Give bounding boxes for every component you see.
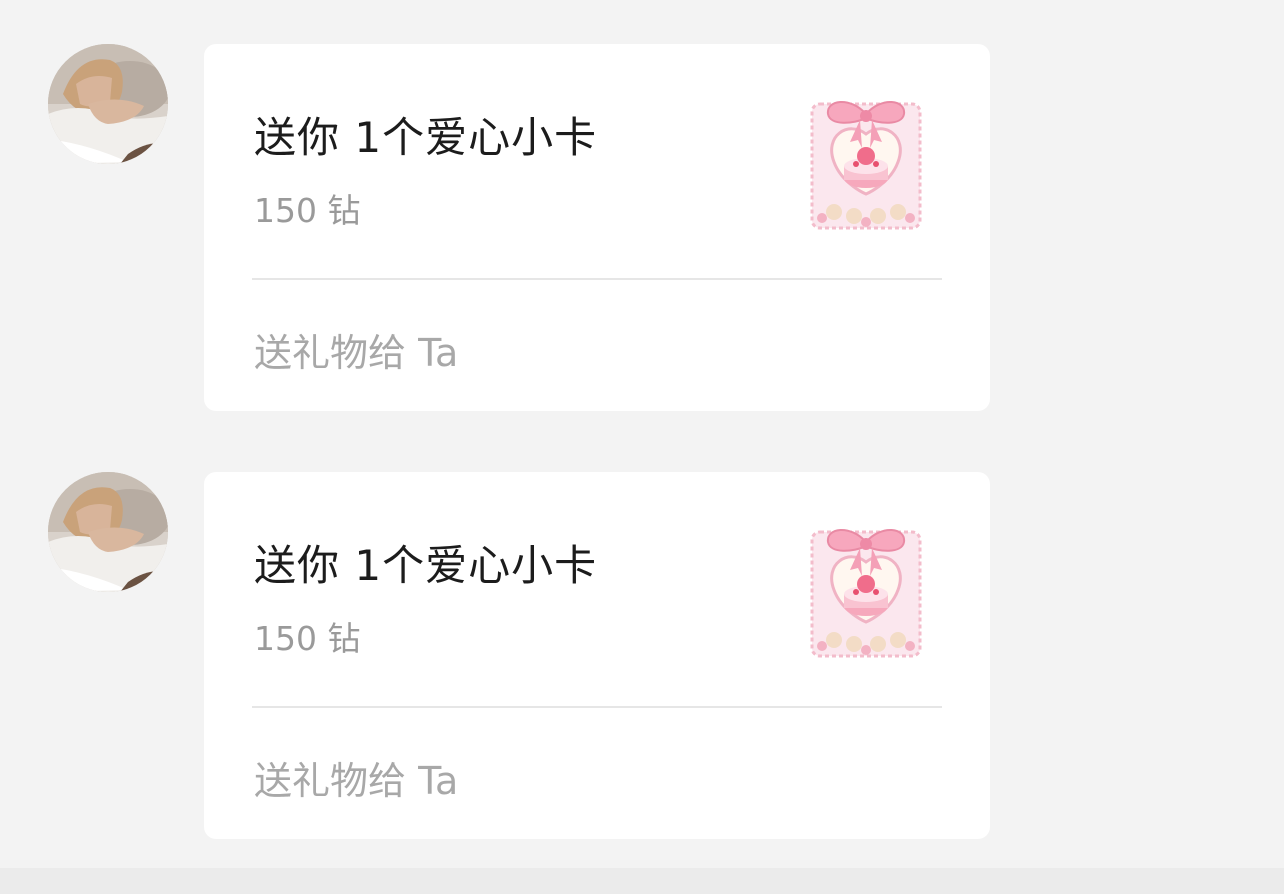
bottom-bar: [0, 868, 1284, 894]
gift-price: 150 钻: [254, 191, 361, 230]
gift-card[interactable]: 送你 1个爱心小卡 150 钻 送礼物给 Ta: [204, 44, 990, 411]
gift-card[interactable]: 送你 1个爱心小卡 150 钻 送礼物给 Ta: [204, 472, 990, 839]
send-gift-button[interactable]: 送礼物给 Ta: [254, 750, 458, 805]
send-gift-button[interactable]: 送礼物给 Ta: [254, 322, 458, 377]
gift-message: 送你 1个爱心小卡 150 钻 送礼物给 Ta: [0, 472, 1284, 840]
avatar-photo-icon: [48, 44, 168, 164]
bow-cake-gift-card-icon: [804, 90, 928, 236]
divider: [252, 278, 942, 280]
gift-title: 送你 1个爱心小卡: [254, 541, 598, 590]
gift-message: 送你 1个爱心小卡 150 钻 送礼物给 Ta: [0, 44, 1284, 412]
avatar-photo-icon: [48, 472, 168, 592]
gift-title: 送你 1个爱心小卡: [254, 113, 598, 162]
gift-price: 150 钻: [254, 619, 361, 658]
avatar[interactable]: [48, 472, 168, 592]
bow-cake-gift-card-icon: [804, 518, 928, 664]
avatar[interactable]: [48, 44, 168, 164]
divider: [252, 706, 942, 708]
